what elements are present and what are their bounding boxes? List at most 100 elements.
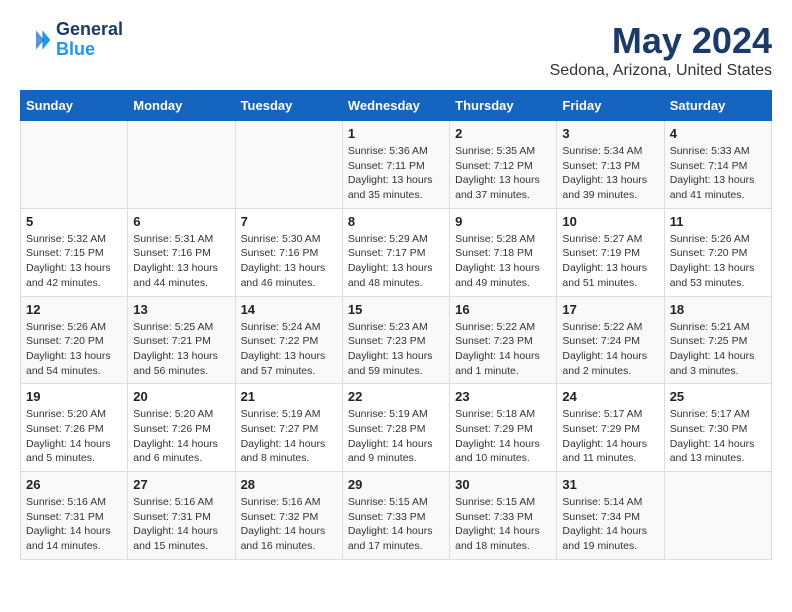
- weekday-header-saturday: Saturday: [664, 91, 771, 121]
- calendar-cell: 20 Sunrise: 5:20 AM Sunset: 7:26 PM Dayli…: [128, 384, 235, 472]
- day-number: 28: [241, 477, 337, 492]
- calendar-cell: 9 Sunrise: 5:28 AM Sunset: 7:18 PM Daylig…: [450, 208, 557, 296]
- day-number: 12: [26, 302, 122, 317]
- day-info: Sunrise: 5:23 AM Sunset: 7:23 PM Dayligh…: [348, 320, 444, 379]
- day-number: 2: [455, 126, 551, 141]
- day-info: Sunrise: 5:15 AM Sunset: 7:33 PM Dayligh…: [455, 495, 551, 554]
- calendar-cell: 17Sunrise: 5:22 AM Sunset: 7:24 PM Dayli…: [557, 296, 664, 384]
- day-info: Sunrise: 5:28 AM Sunset: 7:18 PM Dayligh…: [455, 232, 551, 291]
- week-row-4: 19 Sunrise: 5:20 AM Sunset: 7:26 PM Dayli…: [21, 384, 772, 472]
- day-number: 6: [133, 214, 229, 229]
- day-info: Sunrise: 5:26 AM Sunset: 7:20 PM Dayligh…: [26, 320, 122, 379]
- day-info: Sunrise: 5:19 AM Sunset: 7:27 PM Dayligh…: [241, 407, 337, 466]
- title-area: May 2024 Sedona, Arizona, United States: [550, 20, 772, 80]
- header: General Blue May 2024 Sedona, Arizona, U…: [20, 20, 772, 80]
- day-info: Sunrise: 5:22 AM Sunset: 7:23 PM Dayligh…: [455, 320, 551, 379]
- main-title: May 2024: [550, 20, 772, 62]
- week-row-2: 5Sunrise: 5:32 AM Sunset: 7:15 PM Daylig…: [21, 208, 772, 296]
- logo-line1: General: [56, 20, 123, 40]
- day-info: Sunrise: 5:34 AM Sunset: 7:13 PM Dayligh…: [562, 144, 658, 203]
- day-number: 26: [26, 477, 122, 492]
- weekday-header-monday: Monday: [128, 91, 235, 121]
- day-number: 27: [133, 477, 229, 492]
- day-info: Sunrise: 5:16 AM Sunset: 7:31 PM Dayligh…: [133, 495, 229, 554]
- calendar-cell: 31Sunrise: 5:14 AM Sunset: 7:34 PM Dayli…: [557, 472, 664, 560]
- logo-text: General Blue: [56, 20, 123, 60]
- day-info: Sunrise: 5:29 AM Sunset: 7:17 PM Dayligh…: [348, 232, 444, 291]
- day-number: 22: [348, 389, 444, 404]
- day-number: 1: [348, 126, 444, 141]
- day-number: 3: [562, 126, 658, 141]
- day-info: Sunrise: 5:19 AM Sunset: 7:28 PM Dayligh…: [348, 407, 444, 466]
- calendar-cell: 22 Sunrise: 5:19 AM Sunset: 7:28 PM Dayli…: [342, 384, 449, 472]
- weekday-header-wednesday: Wednesday: [342, 91, 449, 121]
- day-number: 23: [455, 389, 551, 404]
- day-number: 31: [562, 477, 658, 492]
- subtitle: Sedona, Arizona, United States: [550, 62, 772, 80]
- day-number: 11: [670, 214, 766, 229]
- calendar-cell: 30 Sunrise: 5:15 AM Sunset: 7:33 PM Dayli…: [450, 472, 557, 560]
- weekday-header-row: SundayMondayTuesdayWednesdayThursdayFrid…: [21, 91, 772, 121]
- week-row-3: 12 Sunrise: 5:26 AM Sunset: 7:20 PM Dayli…: [21, 296, 772, 384]
- day-info: Sunrise: 5:15 AM Sunset: 7:33 PM Dayligh…: [348, 495, 444, 554]
- calendar-cell: 24Sunrise: 5:17 AM Sunset: 7:29 PM Dayli…: [557, 384, 664, 472]
- calendar-cell: 23 Sunrise: 5:18 AM Sunset: 7:29 PM Dayli…: [450, 384, 557, 472]
- day-info: Sunrise: 5:33 AM Sunset: 7:14 PM Dayligh…: [670, 144, 766, 203]
- calendar-cell: 19 Sunrise: 5:20 AM Sunset: 7:26 PM Dayli…: [21, 384, 128, 472]
- day-info: Sunrise: 5:21 AM Sunset: 7:25 PM Dayligh…: [670, 320, 766, 379]
- day-number: 18: [670, 302, 766, 317]
- day-info: Sunrise: 5:35 AM Sunset: 7:12 PM Dayligh…: [455, 144, 551, 203]
- calendar-cell: 4Sunrise: 5:33 AM Sunset: 7:14 PM Daylig…: [664, 121, 771, 209]
- day-number: 19: [26, 389, 122, 404]
- day-number: 24: [562, 389, 658, 404]
- calendar-table: SundayMondayTuesdayWednesdayThursdayFrid…: [20, 90, 772, 560]
- weekday-header-friday: Friday: [557, 91, 664, 121]
- calendar-cell: 1 Sunrise: 5:36 AM Sunset: 7:11 PM Daylig…: [342, 121, 449, 209]
- day-info: Sunrise: 5:32 AM Sunset: 7:15 PM Dayligh…: [26, 232, 122, 291]
- calendar-cell: 18 Sunrise: 5:21 AM Sunset: 7:25 PM Dayli…: [664, 296, 771, 384]
- day-info: Sunrise: 5:31 AM Sunset: 7:16 PM Dayligh…: [133, 232, 229, 291]
- calendar-cell: 26 Sunrise: 5:16 AM Sunset: 7:31 PM Dayli…: [21, 472, 128, 560]
- calendar-cell: 29 Sunrise: 5:15 AM Sunset: 7:33 PM Dayli…: [342, 472, 449, 560]
- day-info: Sunrise: 5:20 AM Sunset: 7:26 PM Dayligh…: [26, 407, 122, 466]
- day-number: 20: [133, 389, 229, 404]
- calendar-cell: 5Sunrise: 5:32 AM Sunset: 7:15 PM Daylig…: [21, 208, 128, 296]
- day-number: 14: [241, 302, 337, 317]
- calendar-cell: 6 Sunrise: 5:31 AM Sunset: 7:16 PM Daylig…: [128, 208, 235, 296]
- week-row-1: 1 Sunrise: 5:36 AM Sunset: 7:11 PM Daylig…: [21, 121, 772, 209]
- calendar-cell: 2 Sunrise: 5:35 AM Sunset: 7:12 PM Daylig…: [450, 121, 557, 209]
- day-info: Sunrise: 5:20 AM Sunset: 7:26 PM Dayligh…: [133, 407, 229, 466]
- calendar-cell: [21, 121, 128, 209]
- day-info: Sunrise: 5:17 AM Sunset: 7:30 PM Dayligh…: [670, 407, 766, 466]
- calendar-cell: [235, 121, 342, 209]
- day-number: 21: [241, 389, 337, 404]
- calendar-cell: 21 Sunrise: 5:19 AM Sunset: 7:27 PM Dayli…: [235, 384, 342, 472]
- calendar-cell: 8Sunrise: 5:29 AM Sunset: 7:17 PM Daylig…: [342, 208, 449, 296]
- day-info: Sunrise: 5:30 AM Sunset: 7:16 PM Dayligh…: [241, 232, 337, 291]
- day-info: Sunrise: 5:26 AM Sunset: 7:20 PM Dayligh…: [670, 232, 766, 291]
- logo-line2: Blue: [56, 40, 123, 60]
- day-number: 25: [670, 389, 766, 404]
- calendar-cell: 14 Sunrise: 5:24 AM Sunset: 7:22 PM Dayli…: [235, 296, 342, 384]
- calendar-cell: [128, 121, 235, 209]
- day-number: 16: [455, 302, 551, 317]
- day-number: 7: [241, 214, 337, 229]
- day-number: 10: [562, 214, 658, 229]
- day-info: Sunrise: 5:27 AM Sunset: 7:19 PM Dayligh…: [562, 232, 658, 291]
- calendar-cell: 25 Sunrise: 5:17 AM Sunset: 7:30 PM Dayli…: [664, 384, 771, 472]
- calendar-cell: 16 Sunrise: 5:22 AM Sunset: 7:23 PM Dayli…: [450, 296, 557, 384]
- logo: General Blue: [20, 20, 123, 60]
- weekday-header-tuesday: Tuesday: [235, 91, 342, 121]
- day-number: 17: [562, 302, 658, 317]
- day-number: 29: [348, 477, 444, 492]
- day-number: 9: [455, 214, 551, 229]
- day-info: Sunrise: 5:24 AM Sunset: 7:22 PM Dayligh…: [241, 320, 337, 379]
- weekday-header-thursday: Thursday: [450, 91, 557, 121]
- day-info: Sunrise: 5:36 AM Sunset: 7:11 PM Dayligh…: [348, 144, 444, 203]
- day-info: Sunrise: 5:16 AM Sunset: 7:32 PM Dayligh…: [241, 495, 337, 554]
- day-info: Sunrise: 5:18 AM Sunset: 7:29 PM Dayligh…: [455, 407, 551, 466]
- day-info: Sunrise: 5:25 AM Sunset: 7:21 PM Dayligh…: [133, 320, 229, 379]
- day-number: 30: [455, 477, 551, 492]
- day-number: 15: [348, 302, 444, 317]
- day-info: Sunrise: 5:16 AM Sunset: 7:31 PM Dayligh…: [26, 495, 122, 554]
